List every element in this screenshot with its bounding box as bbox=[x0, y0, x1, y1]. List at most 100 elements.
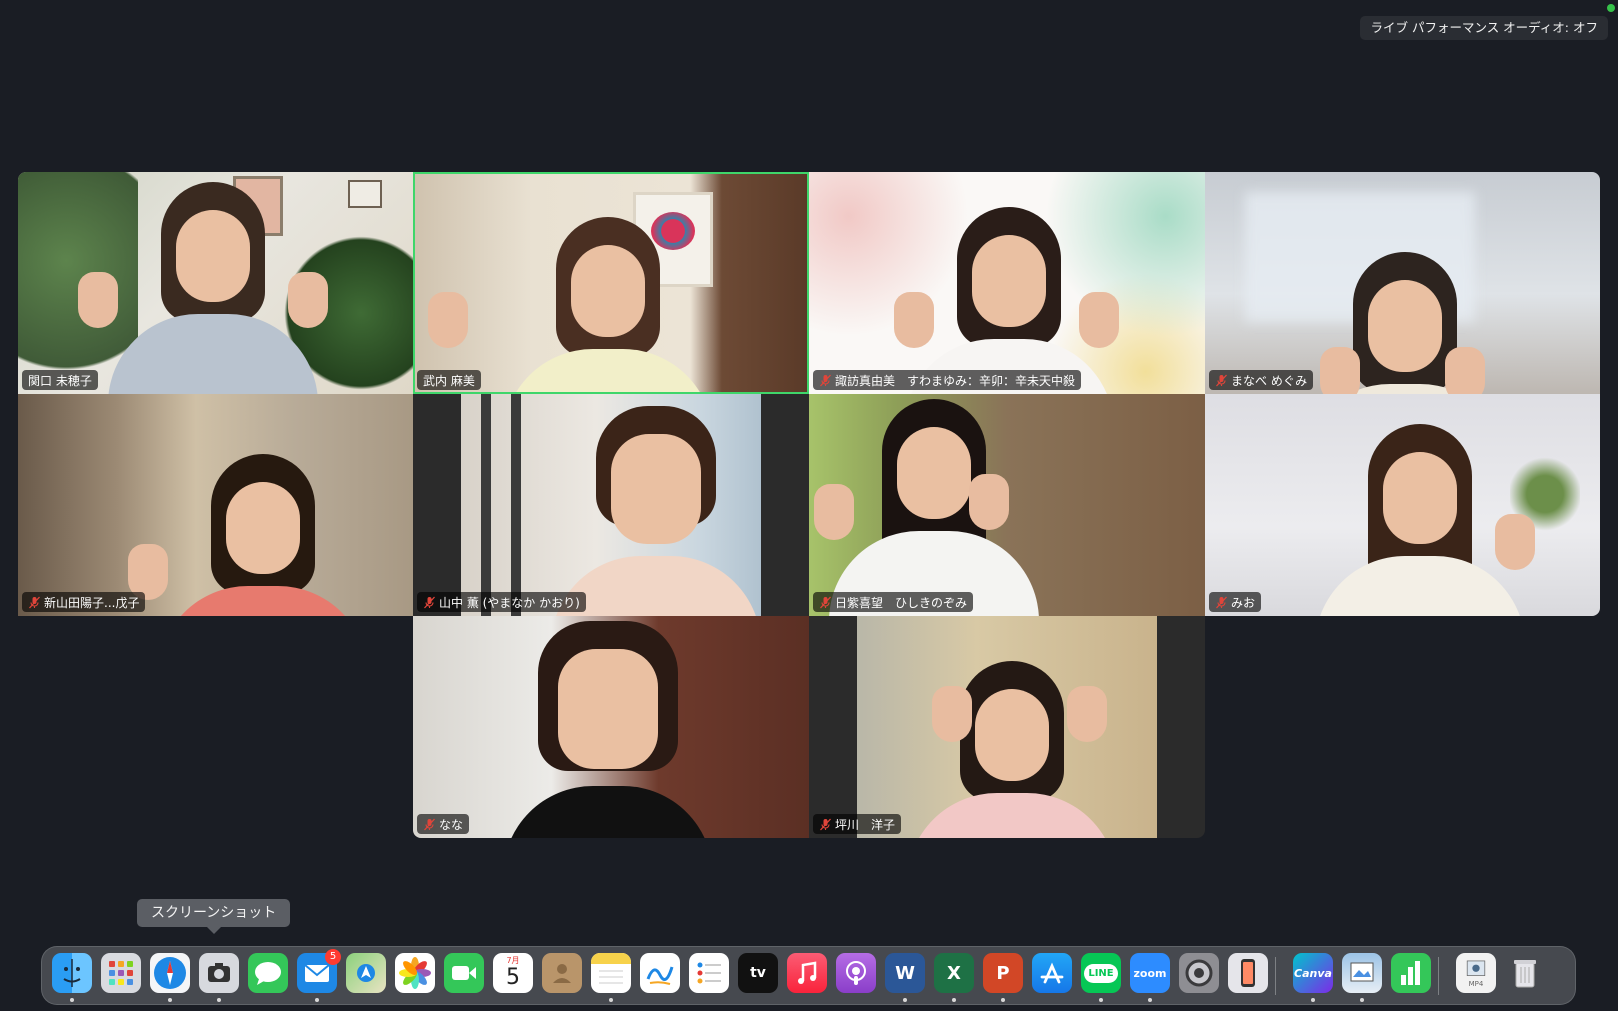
maps-icon[interactable] bbox=[346, 953, 386, 993]
participant-name: 山中 薫 (やまなか かおり) bbox=[439, 595, 580, 610]
messages-icon[interactable] bbox=[248, 953, 288, 993]
muted-mic-icon bbox=[1215, 596, 1228, 609]
word-label: W bbox=[895, 962, 915, 984]
calendar-day: 5 bbox=[506, 965, 520, 990]
running-indicator bbox=[217, 998, 221, 1002]
photos-icon[interactable] bbox=[395, 953, 435, 993]
calendar-icon[interactable]: 7月 5 bbox=[493, 953, 533, 993]
screenshot-tooltip: スクリーンショット bbox=[137, 899, 291, 934]
powerpoint-icon[interactable]: P bbox=[983, 953, 1023, 993]
apple-tv-label: tv bbox=[750, 965, 766, 981]
video-tile-5[interactable]: 新山田陽子...戊子 bbox=[18, 394, 413, 616]
video-feed bbox=[809, 394, 1205, 616]
line-icon[interactable]: LINE bbox=[1081, 953, 1121, 993]
zoom-label: zoom bbox=[1133, 966, 1167, 980]
zoom-gallery-view: ライブ パフォーマンス オーディオ: オフ 関口 未穂子 武内 麻美 諏訪真由美… bbox=[0, 0, 1618, 1011]
system-settings-icon[interactable] bbox=[1179, 953, 1219, 993]
video-tile-10[interactable]: 坪川 洋子 bbox=[809, 616, 1205, 838]
participant-name: 武内 麻美 bbox=[423, 373, 475, 388]
video-tile-2[interactable]: 武内 麻美 bbox=[413, 172, 809, 394]
video-feed bbox=[809, 172, 1205, 394]
video-tile-4[interactable]: まなべ めぐみ bbox=[1205, 172, 1600, 394]
excel-icon[interactable]: X bbox=[934, 953, 974, 993]
video-feed bbox=[1205, 172, 1600, 394]
running-indicator bbox=[1099, 998, 1103, 1002]
participant-name-tag: 諏訪真由美 すわまゆみ：辛卯：辛未天中殺 bbox=[813, 370, 1082, 390]
muted-mic-icon bbox=[423, 818, 436, 831]
video-feed bbox=[1205, 394, 1600, 616]
participant-name: みお bbox=[1231, 595, 1256, 610]
music-icon[interactable] bbox=[787, 953, 827, 993]
powerpoint-label: P bbox=[996, 962, 1010, 984]
reminders-icon[interactable] bbox=[689, 953, 729, 993]
participant-name: 日紫喜望 ひしきのぞみ bbox=[835, 595, 968, 610]
app-store-icon[interactable] bbox=[1032, 953, 1072, 993]
participant-name: なな bbox=[439, 817, 464, 832]
preview-icon[interactable] bbox=[1342, 953, 1382, 993]
dock-separator bbox=[1275, 957, 1276, 995]
canva-label: Canva bbox=[1294, 966, 1332, 980]
mail-icon[interactable]: 5 bbox=[297, 949, 341, 993]
video-tile-7[interactable]: 日紫喜望 ひしきのぞみ bbox=[809, 394, 1205, 616]
video-feed bbox=[413, 172, 809, 394]
participant-name: まなべ めぐみ bbox=[1231, 373, 1308, 388]
video-feed bbox=[18, 394, 413, 616]
facetime-icon[interactable] bbox=[444, 953, 484, 993]
running-indicator bbox=[1360, 998, 1364, 1002]
running-indicator bbox=[1001, 998, 1005, 1002]
trash-icon[interactable] bbox=[1505, 953, 1545, 993]
muted-mic-icon bbox=[819, 818, 832, 831]
muted-mic-icon bbox=[1215, 374, 1228, 387]
podcasts-icon[interactable] bbox=[836, 953, 876, 993]
participant-name: 新山田陽子...戊子 bbox=[44, 595, 140, 610]
muted-mic-icon bbox=[819, 596, 832, 609]
contacts-icon[interactable] bbox=[542, 953, 582, 993]
running-indicator bbox=[609, 998, 613, 1002]
finder-icon[interactable] bbox=[52, 953, 92, 993]
video-feed bbox=[857, 616, 1157, 838]
running-indicator bbox=[952, 998, 956, 1002]
video-tile-1[interactable]: 関口 未穂子 bbox=[18, 172, 413, 394]
apple-tv-icon[interactable]: tv bbox=[738, 953, 778, 993]
video-tile-9[interactable]: なな bbox=[413, 616, 809, 838]
running-indicator bbox=[315, 998, 319, 1002]
excel-label: X bbox=[947, 962, 961, 984]
running-indicator bbox=[1311, 998, 1315, 1002]
audio-status-notice[interactable]: ライブ パフォーマンス オーディオ: オフ bbox=[1360, 16, 1608, 40]
video-feed bbox=[461, 394, 761, 616]
file-type-label: MP4 bbox=[1468, 980, 1484, 988]
audio-status-text: ライブ パフォーマンス オーディオ: オフ bbox=[1370, 20, 1598, 35]
participant-name: 諏訪真由美 すわまゆみ：辛卯：辛未天中殺 bbox=[835, 373, 1076, 388]
participant-name-tag: 武内 麻美 bbox=[417, 370, 481, 390]
line-label: LINE bbox=[1084, 963, 1118, 983]
participant-name-tag: 山中 薫 (やまなか かおり) bbox=[417, 592, 586, 612]
freeform-icon[interactable] bbox=[640, 953, 680, 993]
canva-icon[interactable]: Canva bbox=[1293, 953, 1333, 993]
video-tile-3[interactable]: 諏訪真由美 すわまゆみ：辛卯：辛未天中殺 bbox=[809, 172, 1205, 394]
iphone-mirroring-icon[interactable] bbox=[1228, 953, 1268, 993]
safari-icon[interactable] bbox=[150, 953, 190, 993]
numbers-icon[interactable] bbox=[1391, 953, 1431, 993]
dock-separator bbox=[1438, 957, 1439, 995]
muted-mic-icon bbox=[819, 374, 832, 387]
running-indicator bbox=[168, 998, 172, 1002]
zoom-icon[interactable]: zoom bbox=[1130, 953, 1170, 993]
video-tile-6[interactable]: 山中 薫 (やまなか かおり) bbox=[413, 394, 809, 616]
notes-icon[interactable] bbox=[591, 953, 631, 993]
video-tile-8[interactable]: みお bbox=[1205, 394, 1600, 616]
tooltip-label: スクリーンショット bbox=[151, 905, 277, 921]
participant-name: 坪川 洋子 bbox=[835, 817, 896, 832]
running-indicator bbox=[903, 998, 907, 1002]
macos-dock: 5 7月 5 tv W X P LINE zoom Canva MP4 bbox=[41, 946, 1576, 1005]
screenshot-icon[interactable] bbox=[199, 953, 239, 993]
running-indicator bbox=[70, 998, 74, 1002]
running-indicator bbox=[1148, 998, 1152, 1002]
participant-name-tag: 関口 未穂子 bbox=[22, 370, 98, 390]
mp4-file-icon[interactable]: MP4 bbox=[1456, 953, 1496, 993]
camera-indicator-icon bbox=[1607, 4, 1615, 12]
video-feed bbox=[18, 172, 413, 394]
participant-name: 関口 未穂子 bbox=[28, 373, 92, 388]
launchpad-icon[interactable] bbox=[101, 953, 141, 993]
word-icon[interactable]: W bbox=[885, 953, 925, 993]
participant-name-tag: 坪川 洋子 bbox=[813, 814, 902, 834]
